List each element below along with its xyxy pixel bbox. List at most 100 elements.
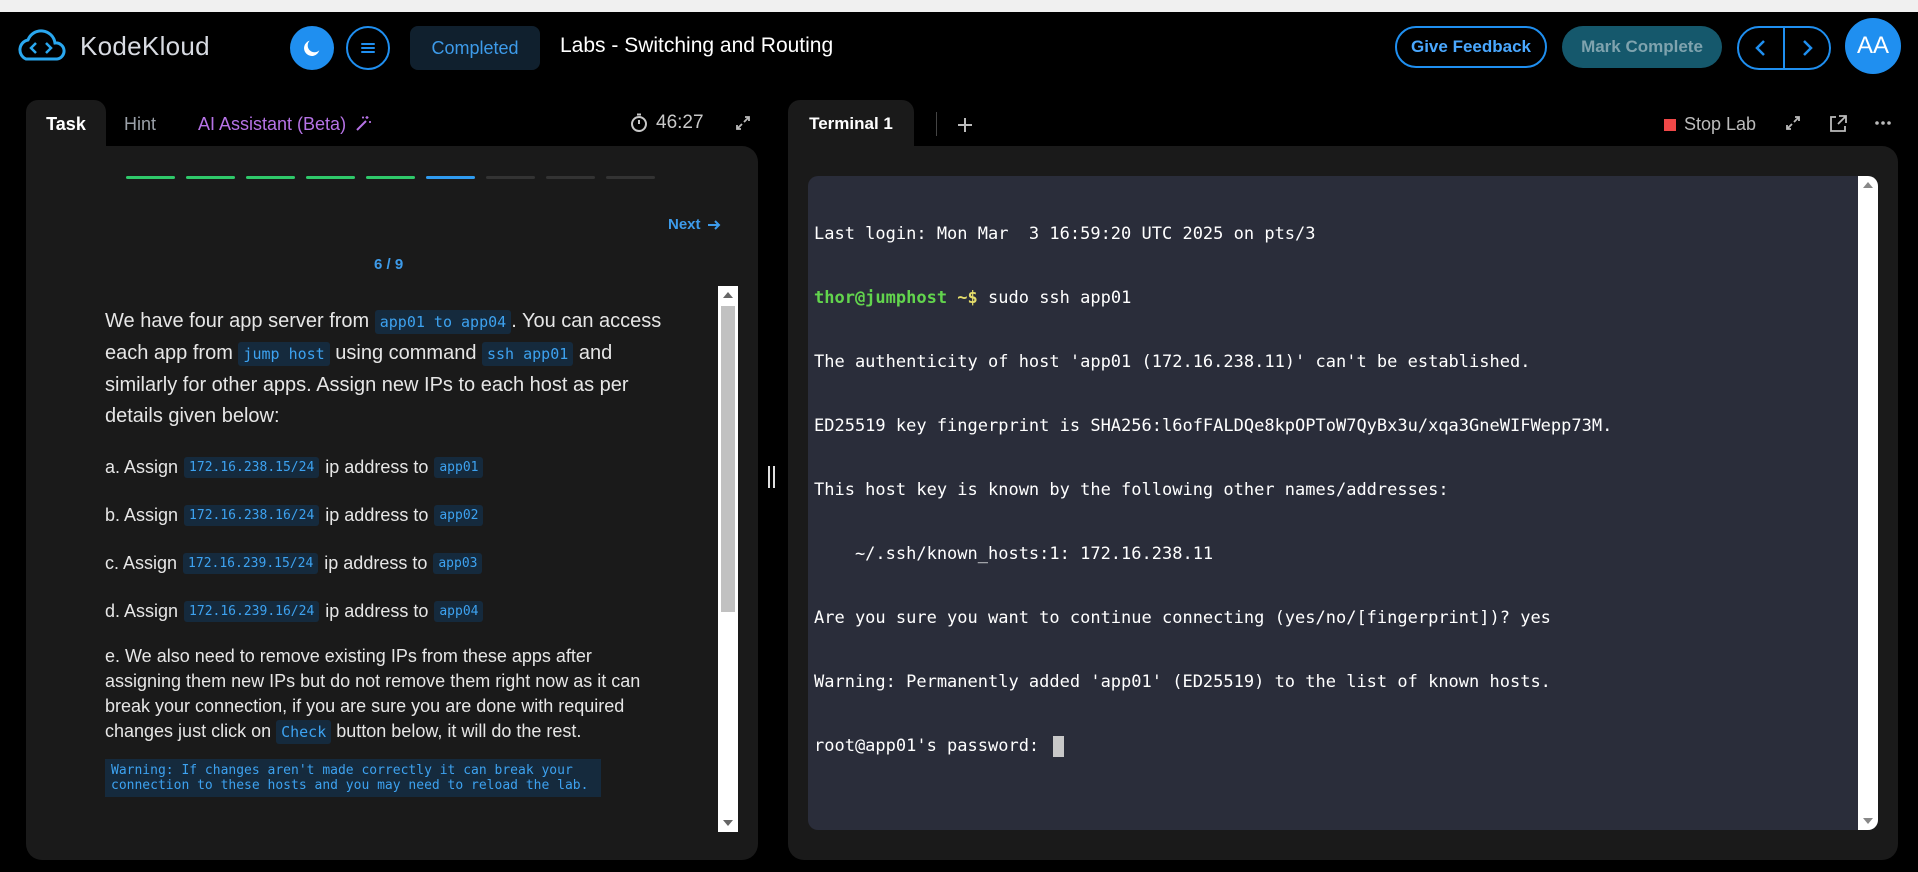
previous-button[interactable] [1739, 28, 1783, 68]
code-check: Check [276, 720, 332, 744]
task-scrollbar[interactable] [718, 286, 738, 832]
terminal-line: Last login: Mon Mar 3 16:59:20 UTC 2025 … [814, 224, 1316, 244]
terminal-line: Are you sure you want to continue connec… [814, 608, 1551, 628]
assign-mid: ip address to [324, 552, 428, 573]
progress-segment [246, 176, 295, 179]
stopwatch-icon [631, 113, 647, 132]
assign-prefix: b. Assign [105, 504, 179, 525]
assign-mid: ip address to [325, 456, 429, 477]
assign-host: app04 [434, 600, 484, 622]
progress-segment [126, 176, 175, 179]
scroll-down-arrow-icon[interactable] [718, 814, 738, 832]
terminal-line: ED25519 key fingerprint is SHA256:l6ofFA… [814, 416, 1613, 436]
assign-host: app03 [433, 552, 483, 574]
more-options-button[interactable] [1874, 114, 1892, 137]
tab-hint[interactable]: Hint [124, 100, 156, 148]
task-panel: Next 6 / 9 We have four app server from … [26, 146, 758, 860]
terminal-panel: Last login: Mon Mar 3 16:59:20 UTC 2025 … [788, 146, 1898, 860]
scroll-thumb[interactable] [721, 306, 735, 612]
password-prompt: root@app01's password: [814, 736, 1050, 756]
scroll-down-arrow-icon[interactable] [1858, 812, 1878, 830]
tab-ai-assistant[interactable]: AI Assistant (Beta) [198, 100, 372, 148]
tab-terminal-1[interactable]: Terminal 1 [788, 100, 914, 148]
note-text-2: button below, it will do the rest. [331, 721, 582, 741]
moon-icon [304, 40, 320, 56]
intro-text-3: using command [329, 342, 482, 364]
code-ssh-command: ssh app01 [482, 342, 574, 366]
ellipsis-icon [1875, 121, 1891, 125]
progress-segment [186, 176, 235, 179]
progress-segment [546, 176, 595, 179]
menu-button[interactable] [346, 26, 390, 70]
status-badge: Completed [410, 26, 540, 70]
terminal-tab-bar: Terminal 1 Stop Lab [788, 100, 1898, 148]
give-feedback-button[interactable]: Give Feedback [1395, 26, 1547, 68]
assign-host: app01 [434, 456, 484, 478]
progress-segment [306, 176, 355, 179]
stop-icon [1664, 118, 1676, 131]
assign-prefix: a. Assign [105, 456, 179, 477]
assign-mid: ip address to [325, 504, 429, 525]
theme-toggle-button[interactable] [290, 26, 334, 70]
terminal[interactable]: Last login: Mon Mar 3 16:59:20 UTC 2025 … [808, 176, 1878, 830]
expand-icon [1786, 116, 1800, 130]
terminal-line: root@app01's password: [814, 734, 1612, 758]
tab-task[interactable]: Task [26, 100, 106, 148]
chevron-right-icon [1803, 40, 1813, 56]
prompt-command: sudo ssh app01 [977, 288, 1132, 308]
progress-segment [426, 176, 475, 179]
assign-item: c. Assign 172.16.239.15/24 ip address to… [105, 550, 685, 576]
mark-complete-button[interactable]: Mark Complete [1562, 26, 1722, 68]
assign-mid: ip address to [325, 600, 429, 621]
kodekloud-logo-icon [16, 29, 68, 63]
step-nav [1737, 26, 1831, 70]
plus-icon [958, 118, 972, 132]
prompt-user: thor@jumphost [814, 288, 948, 308]
assign-ip: 172.16.238.16/24 [184, 504, 320, 526]
step-progress [126, 176, 655, 179]
progress-segment [366, 176, 415, 179]
open-new-window-button[interactable] [1828, 114, 1848, 139]
timer-value: 46:27 [656, 112, 704, 133]
assign-ip: 172.16.238.15/24 [184, 456, 320, 478]
assign-item: d. Assign 172.16.239.16/24 ip address to… [105, 598, 685, 624]
arrow-right-icon [707, 219, 720, 230]
panel-resize-handle[interactable] [768, 466, 778, 488]
assign-item: a. Assign 172.16.238.15/24 ip address to… [105, 454, 685, 480]
task-intro: We have four app server from app01 to ap… [105, 306, 685, 432]
expand-icon [736, 116, 750, 130]
terminal-line: thor@jumphost ~$ sudo ssh app01 [814, 286, 1612, 310]
page-title: Labs - Switching and Routing [560, 34, 834, 57]
intro-text-1: We have four app server from [105, 310, 375, 332]
terminal-output: Last login: Mon Mar 3 16:59:20 UTC 2025 … [814, 182, 1612, 798]
avatar[interactable]: AA [1845, 18, 1901, 74]
terminal-scrollbar[interactable] [1858, 176, 1878, 830]
tab-ai-label: AI Assistant (Beta) [198, 113, 347, 134]
prompt-path: ~$ [947, 288, 978, 308]
terminal-line: ~/.ssh/known_hosts:1: 172.16.238.11 [814, 544, 1214, 564]
logo-text: KodeKloud [80, 30, 210, 61]
terminal-line: Warning: Permanently added 'app01' (ED25… [814, 672, 1551, 692]
expand-task-button[interactable] [734, 114, 752, 137]
left-tab-bar: Task Hint AI Assistant (Beta) 46:27 [26, 100, 758, 148]
code-app-range: app01 to app04 [374, 310, 512, 334]
terminal-line: This host key is known by the following … [814, 480, 1449, 500]
terminal-line: The authenticity of host 'app01 (172.16.… [814, 352, 1531, 372]
assign-ip: 172.16.239.16/24 [184, 600, 320, 622]
terminal-cursor [1053, 735, 1065, 757]
stop-lab-button[interactable]: Stop Lab [1664, 114, 1756, 135]
next-link[interactable]: Next [668, 216, 721, 233]
expand-terminal-button[interactable] [1784, 114, 1802, 137]
list-icon [361, 43, 375, 53]
progress-segment [606, 176, 655, 179]
task-content: We have four app server from app01 to ap… [105, 306, 685, 858]
code-jump-host: jump host [238, 342, 330, 366]
add-terminal-button[interactable] [956, 110, 974, 141]
assign-ip: 172.16.239.15/24 [183, 552, 319, 574]
assign-prefix: c. Assign [105, 552, 178, 573]
lab-timer: 46:27 [630, 112, 704, 134]
scroll-up-arrow-icon[interactable] [718, 286, 738, 304]
scroll-up-arrow-icon[interactable] [1858, 176, 1878, 194]
next-step-button[interactable] [1783, 28, 1829, 68]
logo[interactable]: KodeKloud [16, 29, 210, 63]
